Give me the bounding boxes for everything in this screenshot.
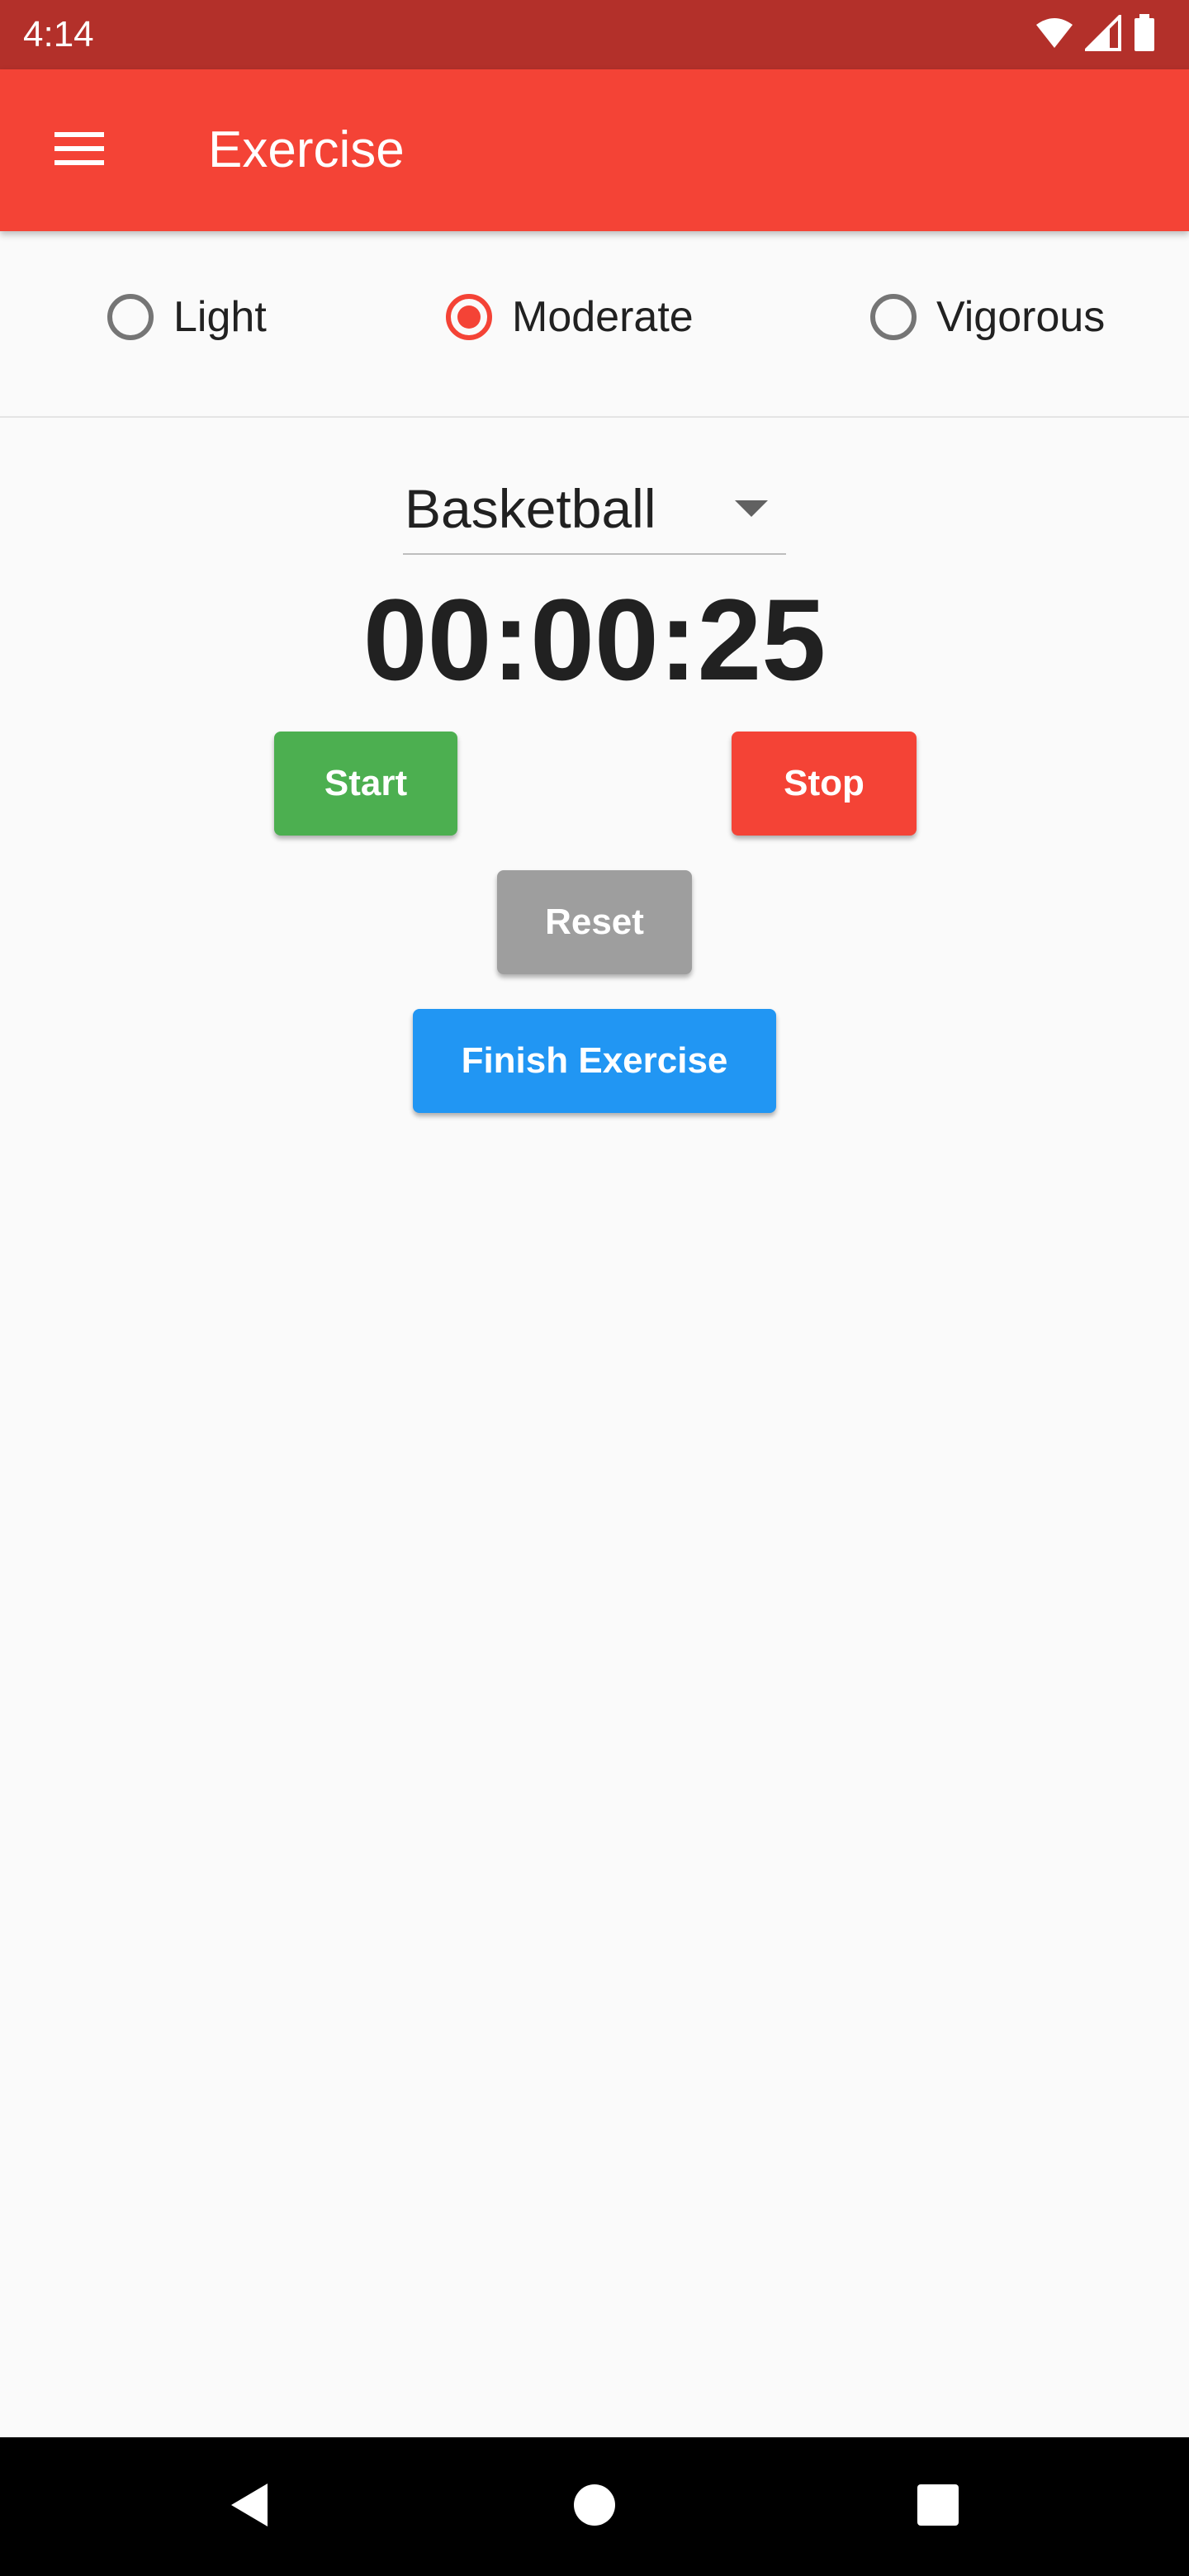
timer-display: 00:00:25 [362,575,827,704]
radio-button-checked-icon [446,294,492,340]
page-title: Exercise [208,121,405,178]
recents-icon [916,2483,960,2531]
radio-moderate[interactable]: Moderate [446,284,694,350]
app-bar: Exercise [0,69,1189,231]
menu-button[interactable] [46,117,112,183]
cellular-signal-icon [1082,12,1121,55]
intensity-radio-group: Light Moderate Vigorous [0,231,1189,418]
hamburger-menu-icon [53,129,106,173]
dropdown-arrow-icon [735,500,768,517]
radio-vigorous[interactable]: Vigorous [870,284,1105,350]
back-icon [225,2480,274,2534]
home-icon [571,2482,618,2532]
system-nav-bar [0,2437,1189,2576]
radio-button-unchecked-icon [870,294,917,340]
status-time: 4:14 [23,14,94,54]
reset-button[interactable]: Reset [497,870,692,974]
radio-label: Vigorous [936,293,1106,341]
radio-label: Light [173,293,267,341]
radio-button-unchecked-icon [107,294,154,340]
stop-button[interactable]: Stop [732,732,917,836]
finish-exercise-button[interactable]: Finish Exercise [413,1009,776,1113]
home-button[interactable] [561,2474,628,2540]
recents-button[interactable] [905,2474,971,2540]
radio-label: Moderate [512,293,694,341]
back-button[interactable] [216,2474,282,2540]
radio-light[interactable]: Light [107,284,267,350]
dropdown-selected-value: Basketball [405,478,656,539]
wifi-icon [1035,17,1073,54]
start-button[interactable]: Start [274,732,457,836]
battery-icon [1133,13,1156,56]
status-icons [1035,12,1156,56]
activity-dropdown[interactable]: Basketball [403,462,786,555]
status-bar: 4:14 [0,0,1189,69]
